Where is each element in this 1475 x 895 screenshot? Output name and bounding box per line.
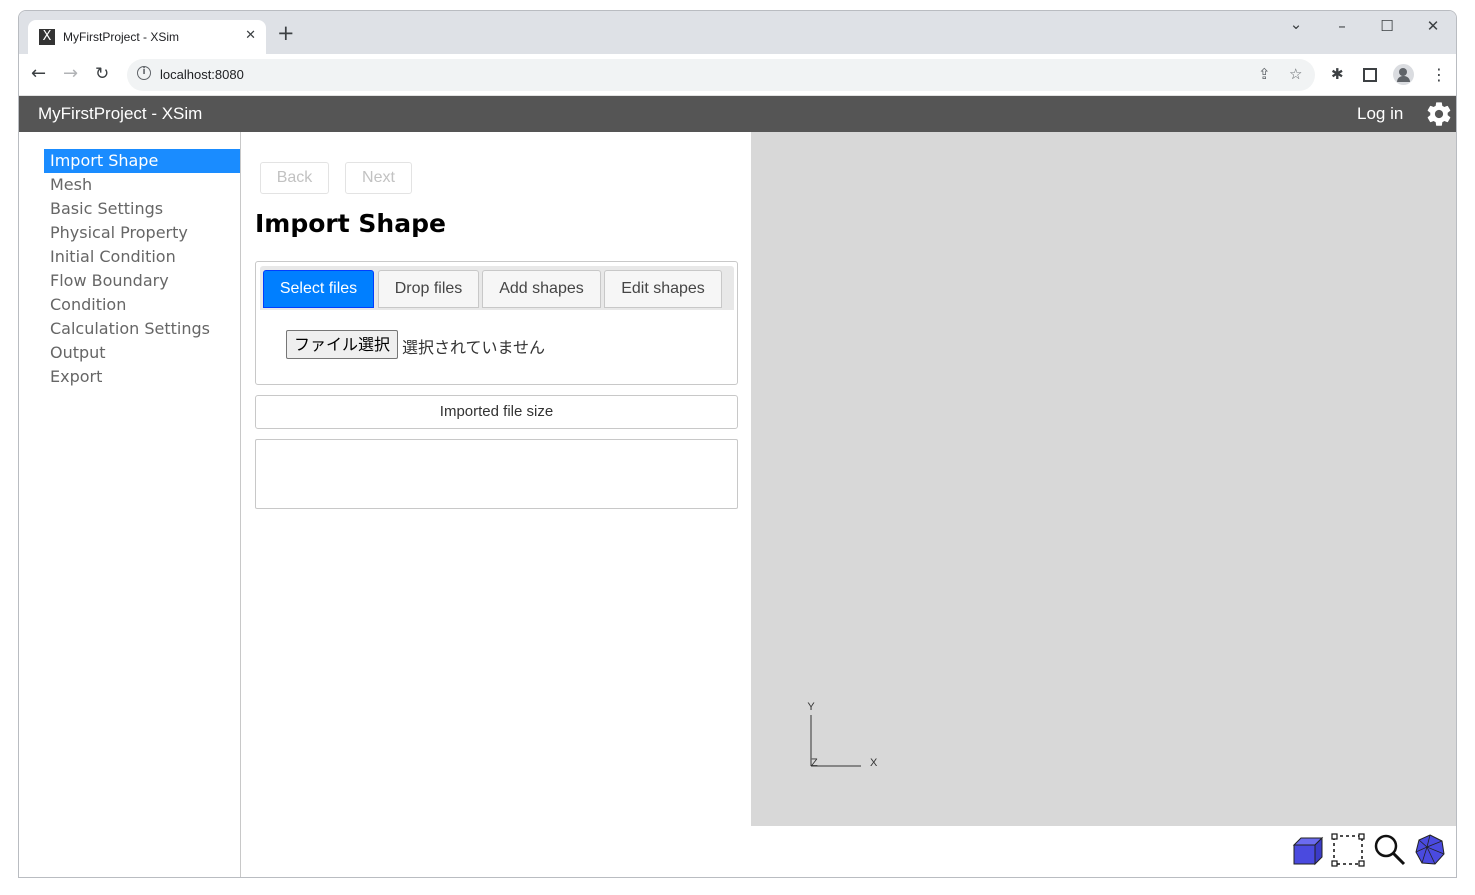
login-link[interactable]: Log in (1357, 104, 1403, 124)
more-menu-icon[interactable]: ⋮ (1431, 65, 1447, 84)
browser-tab[interactable]: X MyFirstProject - XSim ✕ (28, 20, 266, 54)
tab-edit-shapes[interactable]: Edit shapes (604, 270, 722, 308)
sidebar-item-mesh[interactable]: Mesh (44, 173, 240, 197)
forward-arrow-icon[interactable]: → (63, 63, 78, 85)
close-tab-icon[interactable]: ✕ (245, 28, 256, 43)
import-shape-panel: Back Next Import Shape Select files Drop… (242, 132, 751, 877)
file-list-box (255, 439, 738, 509)
browser-window: X MyFirstProject - XSim ✕ + ⌄ – ☐ ✕ ← → … (18, 10, 1457, 878)
sidebar-item-calculation-settings[interactable]: Calculation Settings (44, 317, 240, 341)
x-axis-label: X (870, 757, 878, 769)
new-tab-button[interactable]: + (277, 22, 295, 44)
sidebar-item-flow-boundary[interactable]: Flow Boundary (44, 269, 240, 293)
tab-header: Select files Drop files Add shapes Edit … (260, 266, 734, 310)
file-select-button[interactable]: ファイル選択 (286, 330, 399, 359)
browser-toolbar: ← → ↻ i localhost:8080 ⇪ ☆ ✱ ⋮ (19, 54, 1456, 96)
tab-title: MyFirstProject - XSim (63, 30, 180, 44)
import-tabs: Select files Drop files Add shapes Edit … (255, 261, 738, 385)
axes-gizmo: Y X Z (807, 701, 878, 769)
sidebar-item-import-shape[interactable]: Import Shape (44, 149, 240, 173)
extensions-icon[interactable]: ✱ (1331, 65, 1344, 83)
share-icon[interactable]: ⇪ (1258, 65, 1271, 83)
tab-drop-files[interactable]: Drop files (378, 270, 479, 308)
tab-search-icon[interactable]: ⌄ (1281, 15, 1311, 33)
address-bar[interactable]: i localhost:8080 ⇪ ☆ (127, 59, 1315, 91)
sidebar-item-initial-condition[interactable]: Initial Condition (44, 245, 240, 269)
tab-add-shapes[interactable]: Add shapes (482, 270, 601, 308)
zoom-icon[interactable] (1373, 833, 1407, 867)
bookmark-star-icon[interactable]: ☆ (1289, 65, 1302, 83)
maximize-icon[interactable]: ☐ (1372, 17, 1402, 35)
url-text[interactable]: localhost:8080 (160, 67, 244, 82)
side-panel-icon[interactable] (1363, 68, 1377, 82)
polyhedron-view-icon[interactable] (1413, 833, 1447, 867)
box-view-icon[interactable] (1291, 833, 1325, 867)
site-info-icon[interactable]: i (137, 66, 151, 80)
imported-file-size: Imported file size (255, 395, 738, 429)
reload-icon[interactable]: ↻ (95, 63, 109, 85)
tab-select-files[interactable]: Select files (263, 270, 374, 308)
sidebar-item-output[interactable]: Output (44, 341, 240, 365)
page-title: Import Shape (255, 209, 446, 238)
z-axis-label: Z (811, 757, 818, 769)
tab-strip: X MyFirstProject - XSim ✕ + ⌄ – ☐ ✕ (19, 11, 1456, 54)
file-status-text: 選択されていません (402, 338, 546, 357)
close-window-icon[interactable]: ✕ (1418, 17, 1448, 35)
y-axis-label: Y (807, 701, 815, 713)
sidebar-item-physical-property[interactable]: Physical Property (44, 221, 240, 245)
favicon-icon: X (39, 29, 55, 45)
next-button[interactable]: Next (345, 162, 412, 194)
app-title: MyFirstProject - XSim (38, 104, 203, 123)
minimize-icon[interactable]: – (1327, 17, 1357, 35)
gear-icon[interactable] (1425, 100, 1453, 128)
back-arrow-icon[interactable]: ← (31, 63, 46, 85)
sidebar-item-basic-settings[interactable]: Basic Settings (44, 197, 240, 221)
profile-avatar-icon[interactable] (1393, 64, 1414, 85)
sidebar-item-condition[interactable]: Condition (44, 293, 240, 317)
sidebar: Import Shape Mesh Basic Settings Physica… (19, 132, 241, 877)
sidebar-item-export[interactable]: Export (44, 365, 240, 389)
3d-viewport[interactable]: Y X Z (751, 132, 1456, 826)
selection-box-icon[interactable] (1331, 833, 1365, 867)
app-header: MyFirstProject - XSim Log in (19, 96, 1456, 132)
back-button[interactable]: Back (260, 162, 329, 194)
